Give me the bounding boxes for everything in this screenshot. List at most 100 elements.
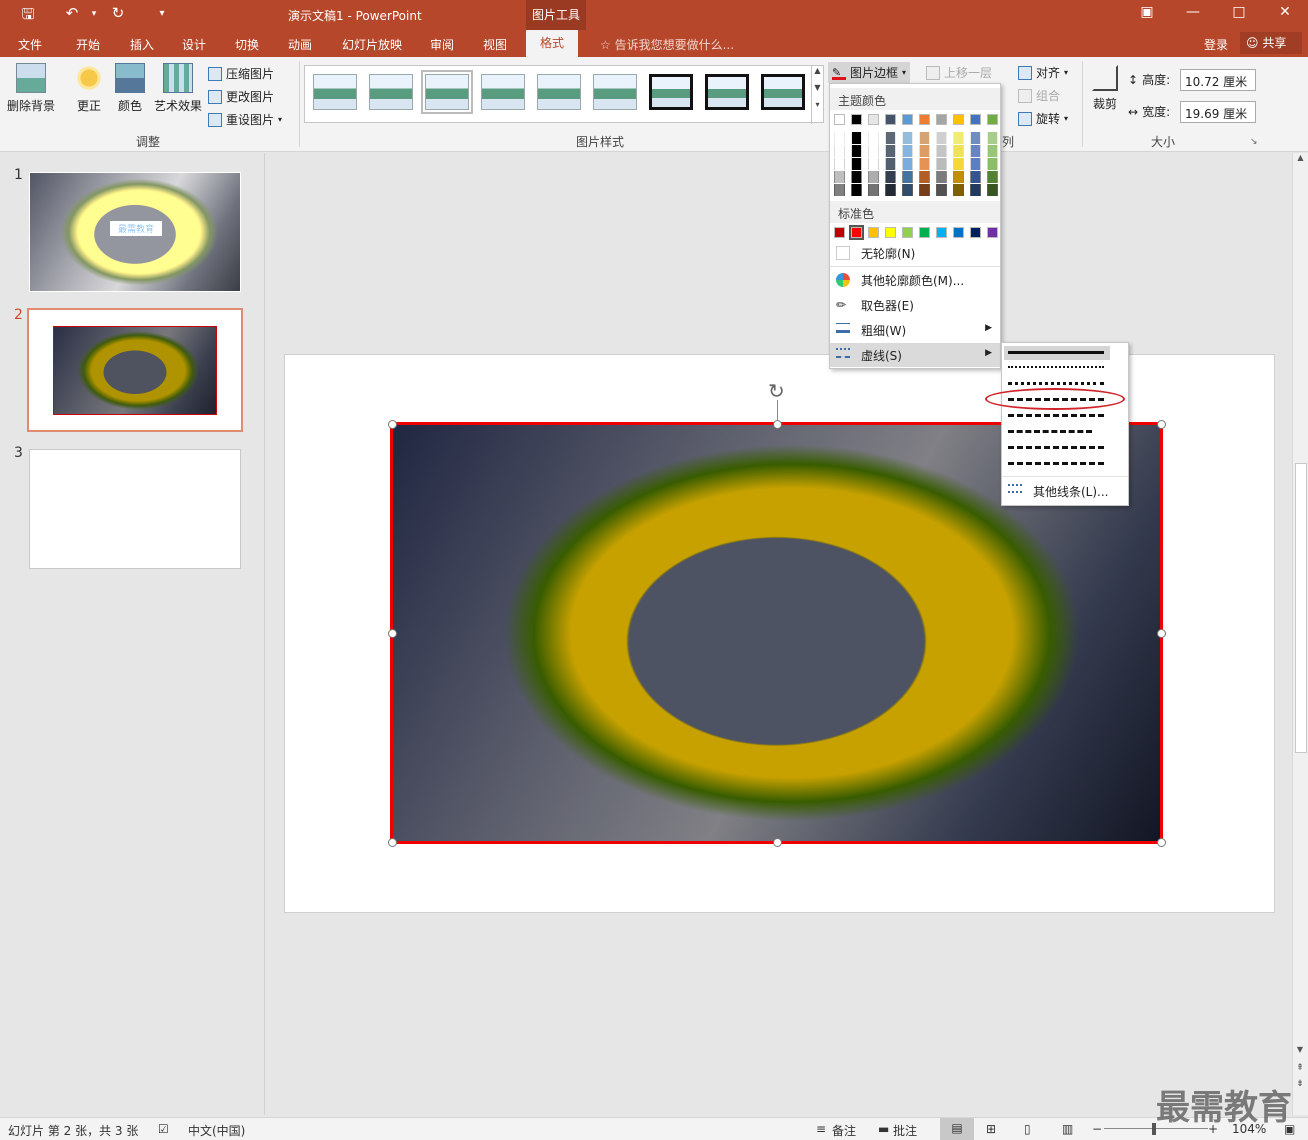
tab-slideshow[interactable]: 幻灯片放映	[342, 36, 402, 53]
standard-color-swatch[interactable]	[970, 227, 981, 238]
compress-pictures-button[interactable]: 压缩图片	[208, 65, 274, 82]
tab-design[interactable]: 设计	[182, 36, 206, 53]
style-thumb[interactable]	[761, 74, 805, 110]
login-link[interactable]: 登录	[1204, 36, 1228, 53]
scroll-down-icon[interactable]: ▼	[1293, 1045, 1307, 1054]
notes-icon[interactable]: ≡	[816, 1122, 826, 1136]
slide-thumbnail-3[interactable]	[29, 449, 241, 569]
vertical-scrollbar[interactable]: ▲ ▼ ⇞ ⇟	[1292, 153, 1308, 1115]
style-thumb[interactable]	[593, 74, 637, 110]
dash-long-dash-dot[interactable]	[1008, 446, 1104, 449]
standard-color-swatch[interactable]	[902, 227, 913, 238]
theme-color-shade-swatch[interactable]	[953, 184, 964, 196]
theme-color-shade-swatch[interactable]	[936, 158, 947, 170]
redo-icon[interactable]: ↻	[106, 4, 130, 22]
change-picture-button[interactable]: 更改图片	[208, 88, 274, 105]
theme-color-shade-swatch[interactable]	[885, 184, 896, 196]
standard-color-swatch[interactable]	[919, 227, 930, 238]
style-thumb[interactable]	[369, 74, 413, 110]
theme-color-shade-swatch[interactable]	[868, 132, 879, 144]
dash-square-dot[interactable]	[1008, 382, 1104, 385]
theme-color-shade-swatch[interactable]	[919, 158, 930, 170]
theme-color-shade-swatch[interactable]	[885, 158, 896, 170]
theme-color-shade-swatch[interactable]	[885, 132, 896, 144]
theme-color-shade-swatch[interactable]	[970, 158, 981, 170]
tab-view[interactable]: 视图	[483, 36, 507, 53]
slide-thumbnail-2[interactable]	[27, 308, 243, 432]
tab-transitions[interactable]: 切换	[235, 36, 259, 53]
theme-color-shade-swatch[interactable]	[885, 145, 896, 157]
minimize-icon[interactable]: —	[1178, 4, 1208, 20]
tab-home[interactable]: 开始	[76, 36, 100, 53]
theme-color-shade-swatch[interactable]	[902, 132, 913, 144]
tab-insert[interactable]: 插入	[130, 36, 154, 53]
gallery-expand-icon[interactable]: ▾	[812, 100, 823, 109]
theme-color-shade-swatch[interactable]	[970, 171, 981, 183]
dashes-item[interactable]: 虚线(S) ▶	[830, 343, 1000, 367]
resize-handle[interactable]	[388, 838, 397, 847]
style-thumb[interactable]	[705, 74, 749, 110]
standard-color-swatch[interactable]	[849, 225, 864, 240]
comments-button[interactable]: 批注	[893, 1122, 917, 1139]
theme-color-shade-swatch[interactable]	[936, 145, 947, 157]
theme-color-shade-swatch[interactable]	[885, 171, 896, 183]
theme-color-shade-swatch[interactable]	[953, 132, 964, 144]
theme-color-shade-swatch[interactable]	[919, 132, 930, 144]
theme-color-swatch[interactable]	[902, 114, 913, 125]
theme-color-shade-swatch[interactable]	[953, 145, 964, 157]
weight-item[interactable]: 粗细(W) ▶	[830, 318, 1000, 342]
theme-color-swatch[interactable]	[885, 114, 896, 125]
corrections-button[interactable]: 更正	[72, 63, 106, 114]
theme-color-shade-swatch[interactable]	[919, 171, 930, 183]
spellcheck-icon[interactable]: ☑	[158, 1122, 169, 1136]
more-colors-item[interactable]: 其他轮廓颜色(M)...	[830, 268, 1000, 292]
more-lines-item[interactable]: 其他线条(L)...	[1002, 479, 1128, 503]
rotate-button[interactable]: 旋转 ▾	[1018, 110, 1068, 127]
undo-dropdown-icon[interactable]: ▾	[82, 9, 106, 19]
dash-long-dash[interactable]	[1008, 430, 1092, 433]
style-thumb[interactable]	[313, 74, 357, 110]
standard-color-swatch[interactable]	[953, 227, 964, 238]
standard-color-swatch[interactable]	[936, 227, 947, 238]
normal-view-icon[interactable]: ▤	[940, 1118, 974, 1140]
theme-color-shade-swatch[interactable]	[868, 184, 879, 196]
reading-view-icon[interactable]: ▯	[1024, 1122, 1031, 1136]
reset-picture-button[interactable]: 重设图片 ▾	[208, 111, 282, 128]
height-input[interactable]: 10.72 厘米	[1180, 69, 1256, 91]
theme-color-shade-swatch[interactable]	[936, 132, 947, 144]
theme-color-shade-swatch[interactable]	[851, 184, 862, 196]
resize-handle[interactable]	[1157, 420, 1166, 429]
tab-file[interactable]: 文件	[18, 36, 42, 53]
theme-color-shade-swatch[interactable]	[851, 171, 862, 183]
theme-color-swatch[interactable]	[936, 114, 947, 125]
customize-qat-icon[interactable]: ▾	[150, 8, 174, 19]
gallery-scroll[interactable]: ▲ ▼ ▾	[811, 66, 823, 124]
theme-color-swatch[interactable]	[919, 114, 930, 125]
slide-thumbnail-1[interactable]: 最需教育	[29, 172, 241, 292]
theme-color-swatch[interactable]	[851, 114, 862, 125]
artistic-effects-button[interactable]: 艺术效果	[152, 63, 204, 114]
standard-color-swatch[interactable]	[834, 227, 845, 238]
scroll-down-icon[interactable]: ▼	[812, 83, 823, 92]
resize-handle[interactable]	[773, 838, 782, 847]
scroll-up-icon[interactable]: ▲	[1293, 153, 1308, 162]
comments-icon[interactable]: ▬	[878, 1122, 889, 1136]
theme-color-shade-swatch[interactable]	[834, 184, 845, 196]
theme-color-shade-swatch[interactable]	[902, 145, 913, 157]
theme-color-shade-swatch[interactable]	[868, 145, 879, 157]
tell-me-search[interactable]: ☆ 告诉我您想要做什么...	[600, 36, 734, 53]
zoom-out-icon[interactable]: −	[1092, 1122, 1102, 1136]
theme-color-shade-swatch[interactable]	[834, 132, 845, 144]
dash-solid[interactable]	[1008, 351, 1104, 354]
theme-color-shade-swatch[interactable]	[868, 171, 879, 183]
theme-color-shade-swatch[interactable]	[987, 184, 998, 196]
theme-color-shade-swatch[interactable]	[868, 158, 879, 170]
width-input[interactable]: 19.69 厘米	[1180, 101, 1256, 123]
theme-color-swatch[interactable]	[987, 114, 998, 125]
ribbon-display-icon[interactable]: ▣	[1132, 4, 1162, 20]
theme-color-swatch[interactable]	[953, 114, 964, 125]
close-icon[interactable]: ✕	[1270, 4, 1300, 20]
crop-button[interactable]: 裁剪	[1090, 65, 1120, 112]
theme-color-shade-swatch[interactable]	[919, 184, 930, 196]
picture-styles-gallery[interactable]: ▲ ▼ ▾	[304, 65, 824, 124]
